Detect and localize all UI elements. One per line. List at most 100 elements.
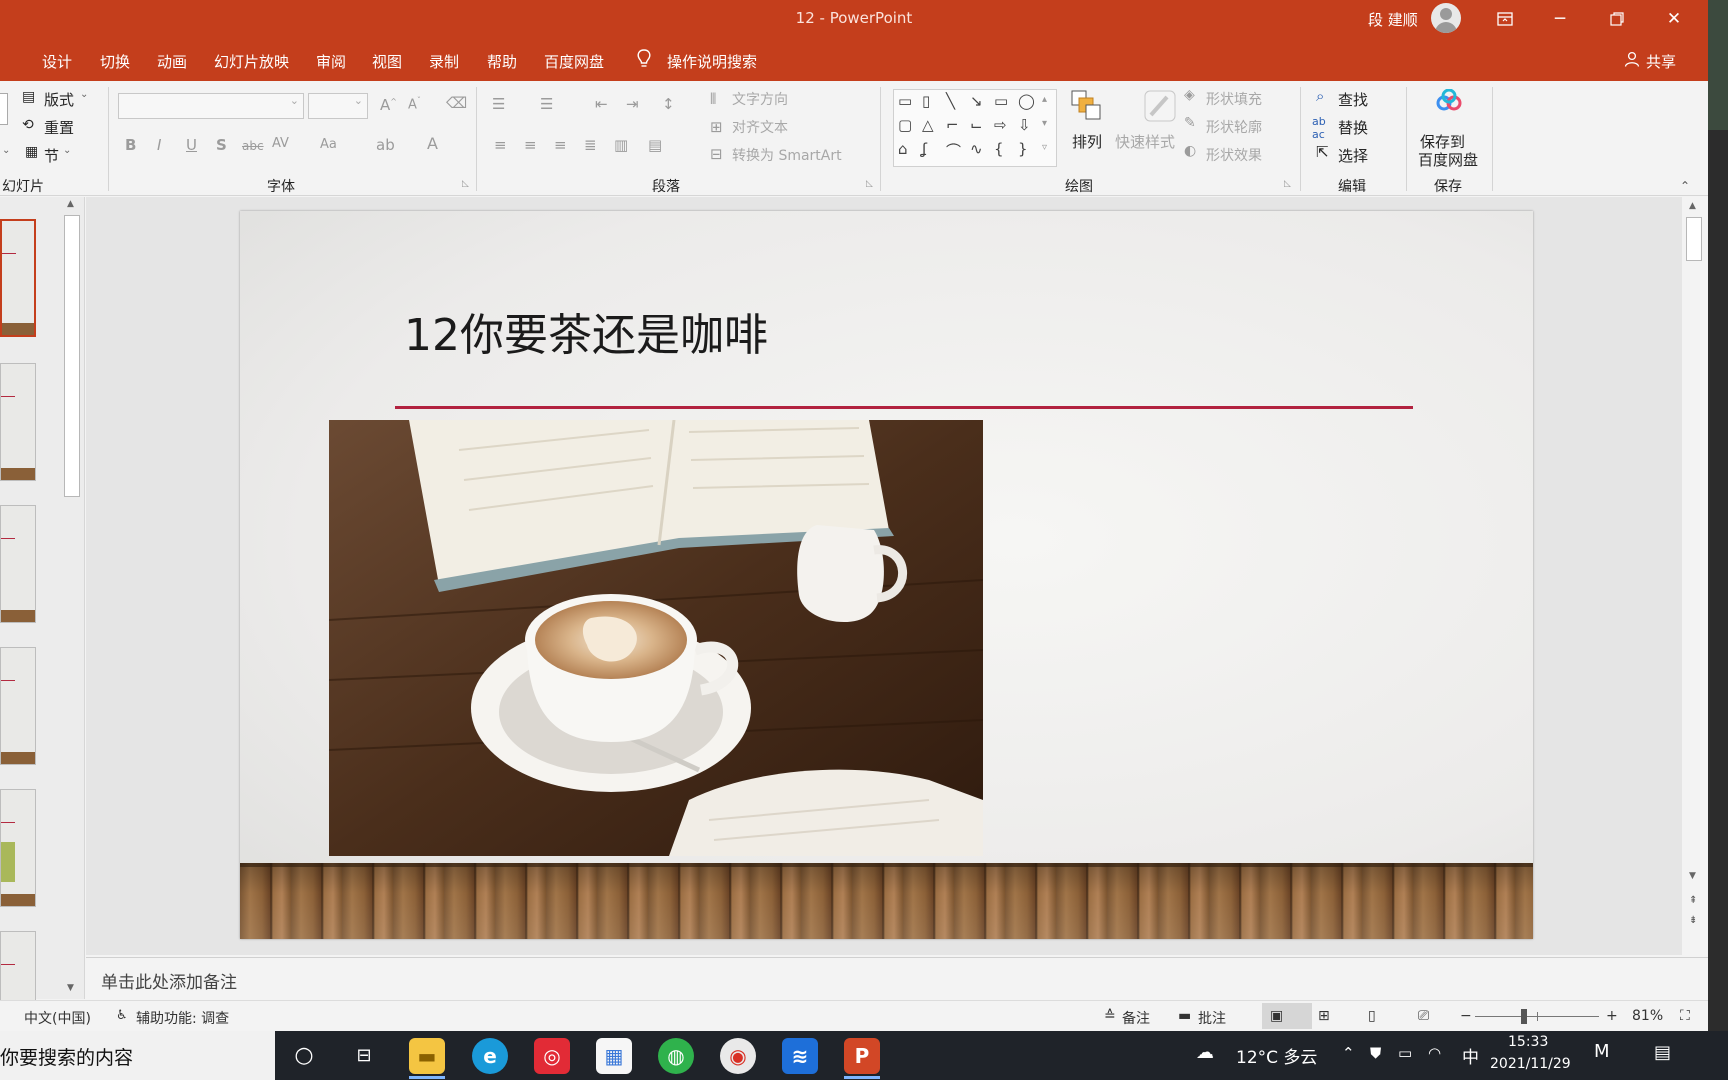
shadow-button[interactable]: S (216, 136, 227, 154)
zoom-in-button[interactable]: + (1606, 1008, 1618, 1024)
language-indicator[interactable]: 中文(中国) (24, 1008, 91, 1028)
distributed-icon[interactable]: ▥ (614, 136, 628, 154)
tab-record[interactable]: 录制 (429, 51, 459, 72)
tab-transitions[interactable]: 切换 (100, 51, 130, 72)
align-text-button[interactable]: 对齐文本 (732, 117, 788, 137)
chrome-icon[interactable]: ◉ (720, 1038, 756, 1074)
italic-button[interactable]: I (157, 136, 161, 154)
taskbar-search-placeholder[interactable]: 你要搜索的内容 (0, 1043, 133, 1070)
textbox-shape-icon[interactable]: ▭ (898, 92, 912, 110)
gallery-more-icon[interactable]: ▿ (1042, 142, 1047, 153)
elbow-connector-shape-icon[interactable]: ⌐ (946, 116, 959, 134)
zoom-slider-thumb[interactable] (1520, 1009, 1527, 1024)
font-size-combo[interactable] (308, 93, 368, 119)
next-slide-icon[interactable]: ⇟ (1689, 915, 1697, 926)
elbow-arrow-shape-icon[interactable]: ⌙ (970, 116, 983, 134)
slide-canvas[interactable]: 12你要茶还是咖啡 (240, 211, 1533, 939)
wifi-icon[interactable]: ◠ (1428, 1044, 1441, 1062)
decrease-font-icon[interactable]: Aˇ (408, 96, 421, 112)
edge-browser-icon[interactable]: e (472, 1038, 508, 1074)
scribble-shape-icon[interactable]: ʆ (922, 140, 927, 158)
right-arrow-shape-icon[interactable]: ⇨ (994, 116, 1007, 134)
scroll-thumb[interactable] (1686, 217, 1702, 261)
zoom-out-button[interactable]: − (1460, 1008, 1472, 1024)
microsoft-store-icon[interactable]: ▦ (596, 1038, 632, 1074)
find-button[interactable]: 查找 (1338, 89, 1368, 110)
notes-placeholder[interactable]: 单击此处添加备注 (101, 968, 237, 993)
shape-fill-icon[interactable]: ◈ (1184, 87, 1195, 103)
file-explorer-icon[interactable]: ▬ (409, 1038, 445, 1074)
tab-animations[interactable]: 动画 (157, 51, 187, 72)
quick-styles-button[interactable]: 快速样式 (1115, 131, 1175, 152)
decrease-indent-icon[interactable]: ⇤ (595, 95, 608, 113)
paragraph-dialog-launcher-icon[interactable]: ◺ (866, 179, 873, 189)
weather-text[interactable]: 12°C 多云 (1236, 1043, 1317, 1068)
font-dialog-launcher-icon[interactable]: ◺ (462, 179, 469, 189)
slide-thumbnail[interactable] (0, 219, 36, 337)
increase-indent-icon[interactable]: ⇥ (626, 95, 639, 113)
bullets-icon[interactable]: ☰ (492, 95, 505, 113)
layout-button[interactable]: 版式 (44, 89, 74, 110)
line-shape-icon[interactable]: ╲ (946, 92, 955, 110)
text-direction-button[interactable]: 文字方向 (732, 89, 788, 109)
triangle-shape-icon[interactable]: △ (922, 116, 934, 134)
right-brace-shape-icon[interactable]: } (1018, 140, 1028, 158)
line-spacing-icon[interactable]: ↕ (662, 95, 675, 113)
freeform-shape-icon[interactable]: ⌂ (898, 140, 908, 158)
shape-outline-button[interactable]: 形状轮廓 (1206, 117, 1262, 137)
notification-center-icon[interactable]: ▤ (1654, 1042, 1671, 1063)
change-case-button[interactable]: Aa (320, 137, 337, 152)
arc-shape-icon[interactable]: ⌒ (946, 140, 961, 161)
justify-icon[interactable]: ≣ (584, 136, 597, 154)
replace-button[interactable]: 替换 (1338, 117, 1368, 138)
powerpoint-taskbar-icon[interactable]: P (844, 1038, 880, 1074)
oval-shape-icon[interactable]: ◯ (1018, 92, 1035, 110)
left-brace-shape-icon[interactable]: { (994, 140, 1004, 158)
align-left-icon[interactable]: ≡ (494, 136, 507, 154)
tray-overflow-icon[interactable]: ⌃ (1342, 1044, 1355, 1062)
curve-shape-icon[interactable]: ∿ (970, 140, 983, 158)
taskbar-search-box[interactable]: 你要搜索的内容 (0, 1031, 275, 1080)
weather-cloud-icon[interactable]: ☁ (1196, 1042, 1214, 1063)
editor-scrollbar[interactable]: ▲ ▼ ⇞ ⇟ (1684, 199, 1704, 939)
scroll-up-icon[interactable]: ▲ (1689, 201, 1696, 211)
slideshow-view-icon[interactable]: ⎚ (1418, 1008, 1429, 1024)
lenovo-tray-icon[interactable]: M (1594, 1041, 1610, 1062)
select-button[interactable]: 选择 (1338, 145, 1368, 166)
normal-view-icon[interactable]: ▣ (1270, 1008, 1283, 1024)
feishu-icon[interactable]: ≋ (782, 1038, 818, 1074)
align-center-icon[interactable]: ≡ (524, 136, 537, 154)
tab-help[interactable]: 帮助 (487, 51, 517, 72)
underline-button[interactable]: U (186, 136, 197, 154)
clock-date[interactable]: 2021/11/29 (1490, 1056, 1571, 1072)
restore-icon[interactable] (1602, 5, 1632, 33)
share-button[interactable]: 共享 (1646, 51, 1676, 72)
smartart-icon[interactable]: ⊟ (710, 145, 723, 163)
shape-outline-icon[interactable]: ✎ (1184, 115, 1196, 131)
slide-thumbnail[interactable] (0, 505, 36, 623)
slide-title[interactable]: 12你要茶还是咖啡 (404, 299, 768, 363)
font-name-combo[interactable] (118, 93, 304, 119)
save-to-netdisk-label-2[interactable]: 百度网盘 (1418, 149, 1478, 170)
zoom-slider[interactable] (1475, 1009, 1599, 1024)
close-icon[interactable]: ✕ (1659, 5, 1689, 33)
tab-review[interactable]: 审阅 (316, 51, 346, 72)
share-icon[interactable] (1624, 51, 1640, 71)
shapes-gallery[interactable]: ▭ ▯ ╲ ↘ ▭ ◯ ▢ △ ⌐ ⌙ ⇨ ⇩ ⌂ ʆ ⌒ ∿ { } ▴ ▾ … (893, 89, 1057, 167)
scroll-thumb[interactable] (64, 215, 80, 497)
numbering-icon[interactable]: ☰ (540, 95, 553, 113)
clock-time[interactable]: 15:33 (1508, 1034, 1548, 1050)
user-avatar-icon[interactable] (1431, 3, 1461, 33)
coffee-photo[interactable] (329, 420, 983, 856)
minimize-icon[interactable]: ─ (1545, 5, 1575, 33)
slide-thumbnail[interactable] (0, 789, 36, 907)
collapse-ribbon-icon[interactable]: ⌃ (1680, 179, 1690, 193)
tell-me-search[interactable]: 操作说明搜索 (667, 51, 757, 72)
rounded-rect-shape-icon[interactable]: ▢ (898, 116, 912, 134)
shape-fill-button[interactable]: 形状填充 (1206, 89, 1262, 109)
tab-view[interactable]: 视图 (372, 51, 402, 72)
columns-icon[interactable]: ▤ (648, 136, 662, 154)
security-tray-icon[interactable]: ⛊ (1370, 1044, 1381, 1062)
shape-effects-button[interactable]: 形状效果 (1206, 145, 1262, 165)
shape-effects-icon[interactable]: ◐ (1184, 143, 1196, 159)
